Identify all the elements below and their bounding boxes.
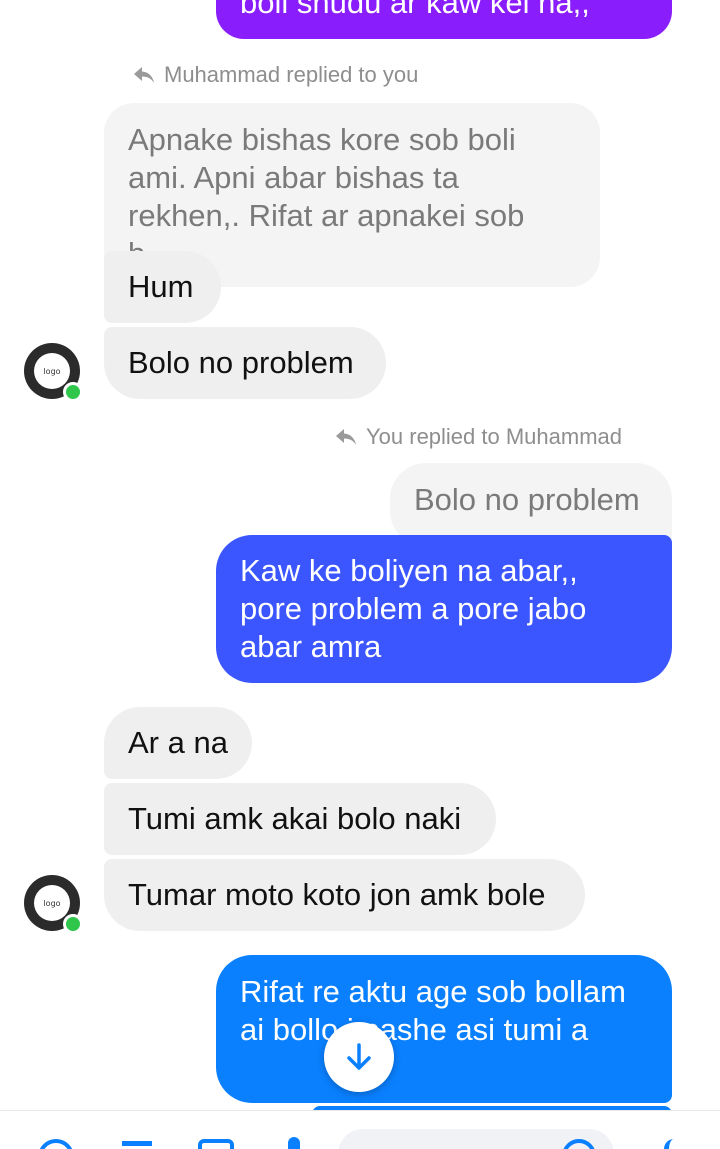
incoming-message[interactable]: Tumar moto koto jon amk bole bbox=[104, 859, 585, 931]
message-text: Bolo no problem bbox=[128, 345, 354, 380]
message-text: Kaw ke boliyen na abar,, pore problem a … bbox=[240, 553, 587, 664]
outgoing-message-partial[interactable]: boli shudu ar kaw kei na,, bbox=[216, 0, 672, 39]
reply-arrow-icon bbox=[336, 429, 356, 445]
reply-indicator: You replied to Muhammad bbox=[334, 424, 622, 450]
scroll-to-bottom-button[interactable] bbox=[324, 1022, 394, 1092]
reply-indicator: Muhammad replied to you bbox=[132, 62, 418, 88]
reply-indicator-text: Muhammad replied to you bbox=[164, 62, 419, 87]
outgoing-message[interactable]: Rifat re aktu age sob bollam ai bollo j … bbox=[216, 955, 672, 1103]
incoming-message[interactable]: Hum bbox=[104, 251, 221, 323]
sender-avatar[interactable]: logo bbox=[24, 343, 83, 402]
message-text: Tumi amk akai bolo naki bbox=[128, 801, 462, 836]
message-text: Rifat re aktu age sob bollam ai bollo j … bbox=[240, 974, 626, 1047]
composer-bar bbox=[0, 1110, 720, 1149]
arrow-down-icon bbox=[347, 1043, 371, 1070]
sender-avatar[interactable]: logo bbox=[24, 875, 83, 934]
avatar-logo: logo bbox=[34, 885, 70, 921]
message-text: Ar a na bbox=[128, 725, 228, 760]
online-dot-icon bbox=[63, 382, 83, 402]
message-text: Hum bbox=[128, 269, 194, 304]
quoted-message-text: Apnake bishas kore sob boli ami. Apni ab… bbox=[128, 122, 525, 271]
quoted-message-text: Bolo no problem bbox=[414, 482, 640, 517]
message-text: Tumar moto koto jon amk bole bbox=[128, 877, 546, 912]
avatar-logo: logo bbox=[34, 353, 70, 389]
reply-indicator-text: You replied to Muhammad bbox=[366, 424, 623, 449]
incoming-message[interactable]: Bolo no problem bbox=[104, 327, 386, 399]
message-text: boli shudu ar kaw kei na,, bbox=[240, 0, 590, 20]
outgoing-message[interactable]: Kaw ke boliyen na abar,, pore problem a … bbox=[216, 535, 672, 683]
online-dot-icon bbox=[63, 914, 83, 934]
microphone-icon[interactable] bbox=[288, 1137, 300, 1149]
incoming-message[interactable]: Tumi amk akai bolo naki bbox=[104, 783, 496, 855]
reply-arrow-icon bbox=[134, 67, 154, 83]
incoming-message[interactable]: Ar a na bbox=[104, 707, 252, 779]
